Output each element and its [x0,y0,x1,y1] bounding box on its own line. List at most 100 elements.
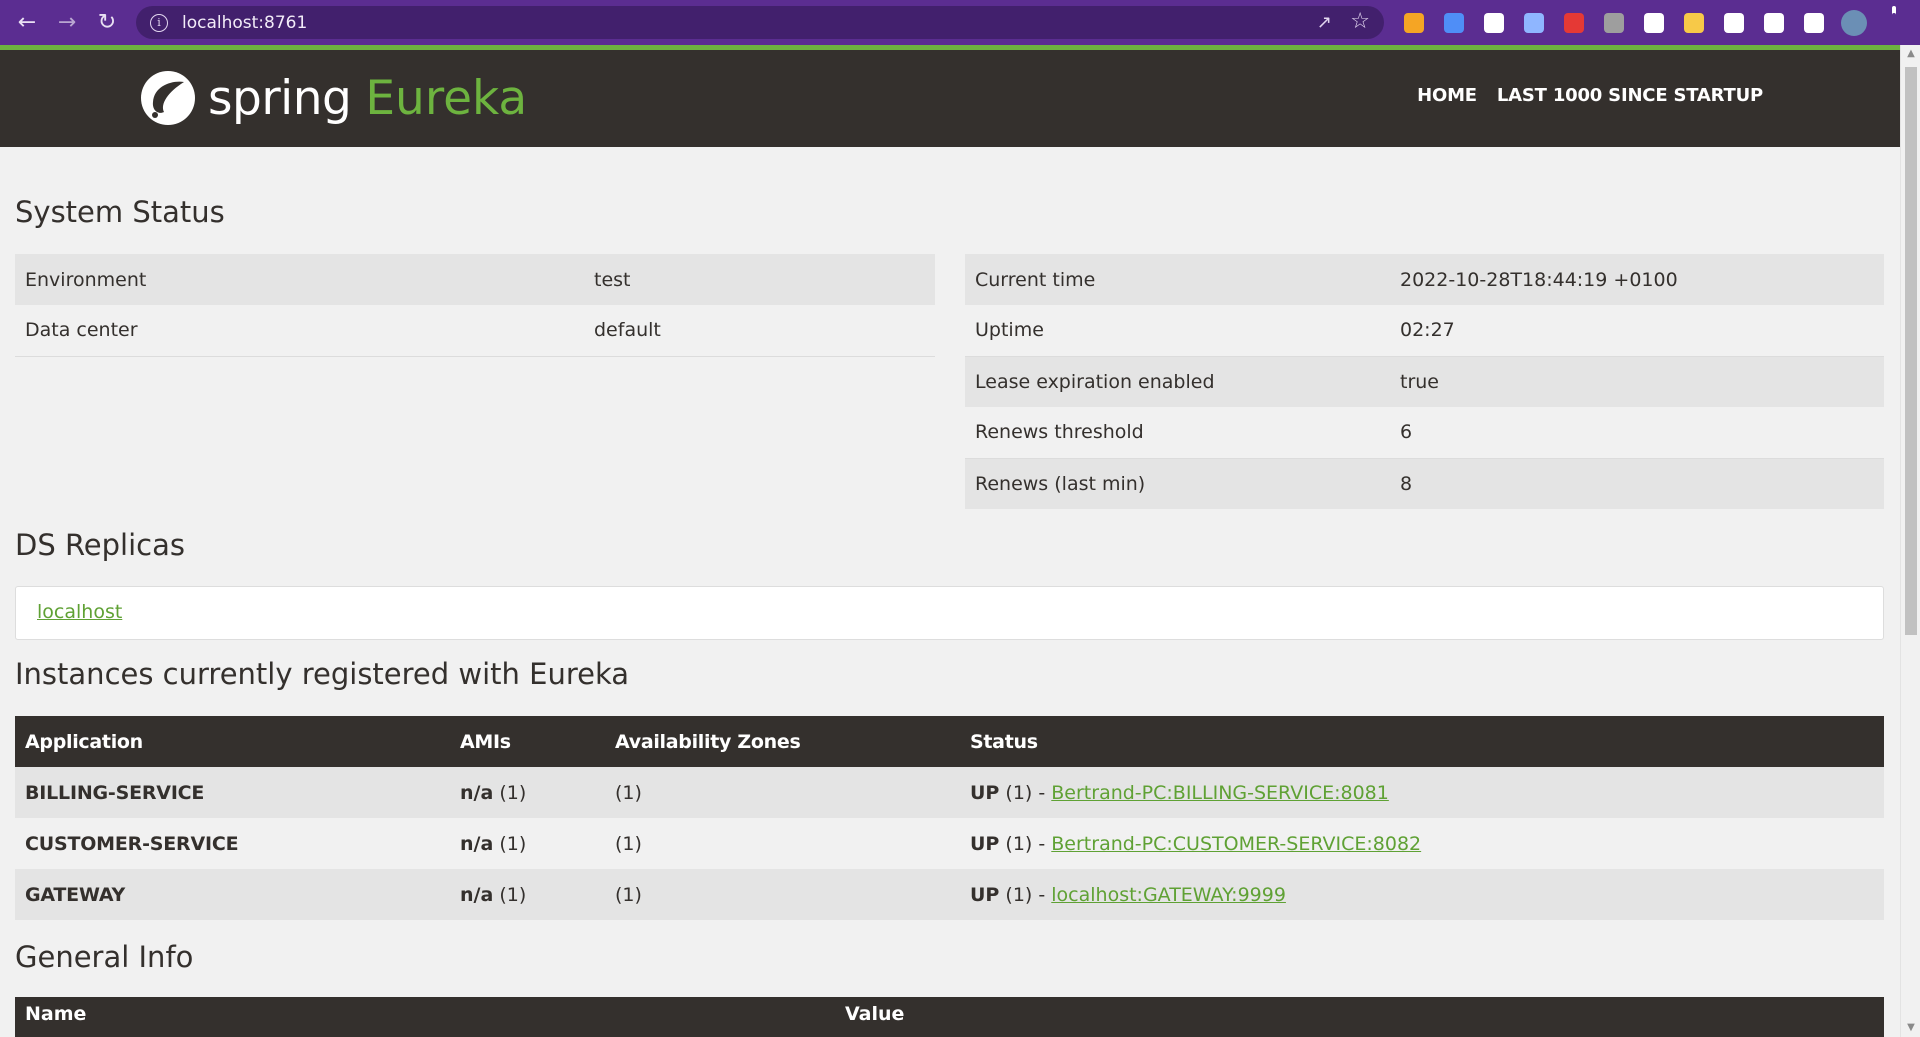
status-count: (1) - [1005,883,1046,906]
status-up: UP [970,781,1000,804]
instances-title: Instances currently registered with Eure… [15,657,630,691]
arrow-left-icon: ← [17,10,37,35]
zones-cell: (1) [605,818,960,869]
puzzle-icon [1724,12,1744,33]
status-cell: UP (1) - Bertrand-PC:CUSTOMER-SERVICE:80… [960,818,1884,869]
plus-extension-icon [1604,12,1624,33]
status-row: Renews threshold 6 [965,407,1884,459]
site-info-icon[interactable]: i [150,13,168,32]
pen-extension-icon [1404,12,1424,33]
general-info-title: General Info [15,940,194,974]
system-status-title: System Status [15,195,225,229]
color-extension-button[interactable] [1674,0,1714,45]
amis-label: n/a [460,832,494,855]
puzzle-button[interactable] [1714,0,1754,45]
amis-cell: n/a (1) [450,818,605,869]
status-value: test [584,254,935,305]
translate-extension-button[interactable] [1434,0,1474,45]
screen-extension-icon [1524,12,1544,33]
zones-cell: (1) [605,767,960,818]
instances-table: Application AMIs Availability Zones Stat… [15,716,1884,920]
instance-link[interactable]: Bertrand-PC:CUSTOMER-SERVICE:8082 [1051,833,1421,855]
status-count: (1) - [1005,832,1046,855]
b-extension-button[interactable] [1634,0,1674,45]
b-extension-icon [1644,12,1664,33]
more-button[interactable] [1874,0,1914,45]
status-label: Lease expiration enabled [965,356,1390,407]
status-label: Uptime [965,305,1390,357]
instance-link[interactable]: localhost:GATEWAY:9999 [1051,884,1286,906]
playlist-button[interactable] [1754,0,1794,45]
nav-last-1000-link[interactable]: LAST 1000 SINCE STARTUP [1497,85,1763,106]
ds-replicas-title: DS Replicas [15,528,185,562]
spring-leaf-icon [141,71,195,125]
more-icon [1892,13,1896,33]
status-label: Renews (last min) [965,458,1390,509]
amis-cell: n/a (1) [450,767,605,818]
amis-label: n/a [460,883,494,906]
amis-label: n/a [460,781,494,804]
general-info-table: Name Value [15,997,1884,1037]
status-value: true [1390,356,1884,407]
status-up: UP [970,883,1000,906]
application-name: CUSTOMER-SERVICE [15,818,450,869]
system-status-left-table: Environment test Data center default [15,254,935,357]
col-amis: AMIs [450,716,605,767]
scroll-up-icon[interactable]: ▲ [1905,47,1917,61]
screen-extension-button[interactable] [1514,0,1554,45]
status-value: 02:27 [1390,305,1884,357]
status-row: Uptime 02:27 [965,305,1884,357]
status-value: 8 [1390,458,1884,509]
table-row: BILLING-SERVICE n/a (1) (1) UP (1) - Bertra… [15,767,1884,818]
status-cell: UP (1) - localhost:GATEWAY:9999 [960,869,1884,920]
playlist-icon [1764,12,1784,33]
red-drop-extension-button[interactable] [1554,0,1594,45]
reload-button[interactable]: ↻ [87,0,127,45]
status-row: Environment test [15,254,935,305]
table-row: CUSTOMER-SERVICE n/a (1) (1) UP (1) - Bertr… [15,818,1884,869]
col-status: Status [960,716,1884,767]
amis-count: (1) [499,832,527,855]
status-label: Environment [15,254,584,305]
nav-home-link[interactable]: HOME [1417,85,1477,106]
circle-extension-button[interactable] [1474,0,1514,45]
brand-spring: spring [208,70,352,126]
plus-extension-button[interactable] [1594,0,1634,45]
url-text[interactable]: localhost:8761 [182,13,307,33]
translate-extension-icon [1444,12,1464,33]
zones-cell: (1) [605,869,960,920]
arrow-right-icon: → [57,10,77,35]
sidepanel-button[interactable] [1794,0,1834,45]
header-menu: HOME LAST 1000 SINCE STARTUP [1417,85,1763,106]
profile-avatar-button[interactable] [1834,0,1874,45]
status-label: Renews threshold [965,407,1390,459]
spring-eureka-logo[interactable]: spring Eureka [138,68,527,128]
status-label: Data center [15,305,584,357]
col-value: Value [835,997,1884,1037]
scroll-down-icon[interactable]: ▼ [1905,1021,1917,1035]
status-row: Renews (last min) 8 [965,458,1884,509]
status-row: Data center default [15,305,935,357]
scrollbar-thumb[interactable] [1905,67,1917,635]
col-name: Name [15,997,835,1037]
status-row: Lease expiration enabled true [965,356,1884,407]
amis-cell: n/a (1) [450,869,605,920]
back-button[interactable]: ← [7,0,47,45]
eureka-navbar: spring Eureka HOME LAST 1000 SINCE START… [0,50,1900,147]
page-scrollbar[interactable]: ▲ ▼ [1900,45,1920,1037]
status-value: 2022-10-28T18:44:19 +0100 [1390,254,1884,305]
pen-extension-button[interactable] [1394,0,1434,45]
extensions-bar [1394,0,1914,45]
status-value: default [584,305,935,357]
status-label: Current time [965,254,1390,305]
replica-link[interactable]: localhost [37,601,122,623]
address-bar[interactable]: i localhost:8761 ↗ ☆ [136,6,1384,39]
share-icon[interactable]: ↗ [1317,12,1332,33]
forward-button[interactable]: → [47,0,87,45]
status-up: UP [970,832,1000,855]
status-row: Current time 2022-10-28T18:44:19 +0100 [965,254,1884,305]
profile-avatar [1841,9,1867,36]
system-status-right-table: Current time 2022-10-28T18:44:19 +0100 Upt… [965,254,1884,509]
instance-link[interactable]: Bertrand-PC:BILLING-SERVICE:8081 [1051,782,1389,804]
bookmark-star-icon[interactable]: ☆ [1350,9,1370,34]
